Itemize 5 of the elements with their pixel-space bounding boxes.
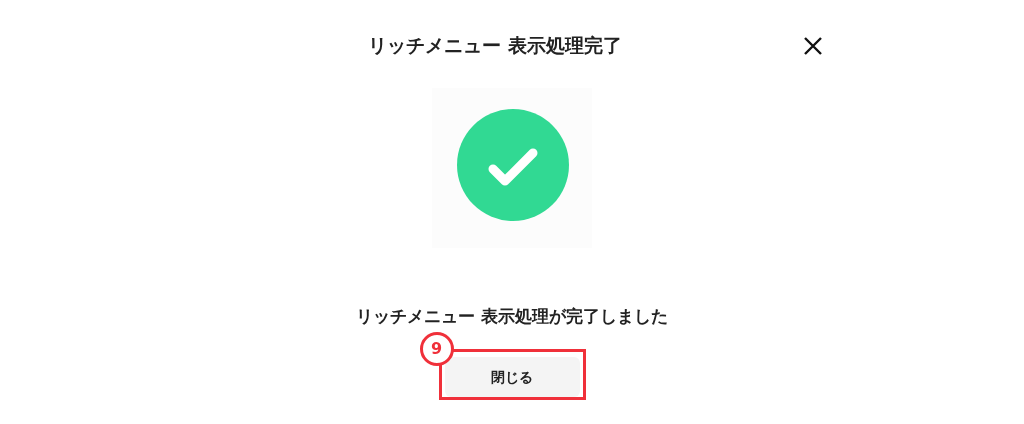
close-button[interactable]: 閉じる — [444, 357, 580, 397]
completion-message: リッチメニュー 表示処理が完了しました — [356, 305, 668, 328]
dialog-title: リッチメニュー 表示処理完了 — [368, 33, 622, 58]
step-number-badge: 9 — [419, 332, 454, 366]
close-icon[interactable] — [804, 37, 822, 55]
